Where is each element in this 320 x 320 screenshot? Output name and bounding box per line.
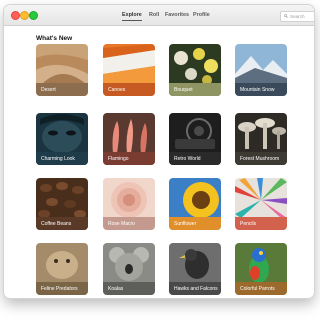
card-label: Canoes <box>108 87 126 93</box>
card-label: Sunflower <box>174 221 197 227</box>
tab-profile[interactable]: Profile <box>193 11 210 21</box>
card-label: Flamingo <box>108 156 129 162</box>
card-caption: Hawks and Falcons <box>169 282 221 295</box>
photo-card-pencils[interactable]: Pencils <box>235 178 287 230</box>
photo-card-charming-look[interactable]: Charming Look <box>36 113 88 165</box>
card-caption: Charming Look <box>36 152 88 165</box>
card-label: Pencils <box>240 221 257 227</box>
card-label: Retro World <box>174 156 201 162</box>
photo-card-mountain-snow[interactable]: Mountain Snow <box>235 44 287 96</box>
card-caption: Desert <box>36 83 88 96</box>
tab-bar: Explore Roll Favorites Profile <box>4 5 314 25</box>
card-label: Coffee Beans <box>41 221 72 227</box>
search-icon <box>284 14 288 18</box>
card-caption: Flamingo <box>103 152 155 165</box>
section-title: What's New <box>36 35 73 42</box>
title-bar: Explore Roll Favorites Profile <box>4 5 314 26</box>
card-caption: Coffee Beans <box>36 217 88 230</box>
tab-explore[interactable]: Explore <box>122 11 142 21</box>
photo-card-desert[interactable]: Desert <box>36 44 88 96</box>
card-caption: Forest Mushroom <box>235 152 287 165</box>
card-label: Feline Predators <box>41 286 78 292</box>
photo-card-coffee-beans[interactable]: Coffee Beans <box>36 178 88 230</box>
card-label: Mountain Snow <box>240 87 275 93</box>
photo-card-canoes[interactable]: Canoes <box>103 44 155 96</box>
photo-card-flamingo[interactable]: Flamingo <box>103 113 155 165</box>
card-caption: Canoes <box>103 83 155 96</box>
card-label: Hawks and Falcons <box>174 286 218 292</box>
card-label: Forest Mushroom <box>240 156 280 162</box>
card-caption: Mountain Snow <box>235 83 287 96</box>
photo-card-sunflower[interactable]: Sunflower <box>169 178 221 230</box>
photo-card-bouquet[interactable]: Bouquet <box>169 44 221 96</box>
card-caption: Feline Predators <box>36 282 88 295</box>
card-label: Rose Macro <box>108 221 135 227</box>
search-field[interactable] <box>280 11 314 22</box>
photo-card-forest-mushroom[interactable]: Forest Mushroom <box>235 113 287 165</box>
card-label: Koalas <box>108 286 124 292</box>
search-input[interactable] <box>290 12 314 21</box>
card-label: Bouquet <box>174 87 193 93</box>
app-window: Explore Roll Favorites Profile What's Ne… <box>4 5 314 298</box>
card-label: Charming Look <box>41 156 75 162</box>
card-label: Desert <box>41 87 56 93</box>
card-caption: Pencils <box>235 217 287 230</box>
photo-card-feline-predators[interactable]: Feline Predators <box>36 243 88 295</box>
card-caption: Retro World <box>169 152 221 165</box>
photo-card-hawks-and-falcons[interactable]: Hawks and Falcons <box>169 243 221 295</box>
card-caption: Sunflower <box>169 217 221 230</box>
photo-card-rose-macro[interactable]: Rose Macro <box>103 178 155 230</box>
card-caption: Colorful Parrots <box>235 282 287 295</box>
card-caption: Bouquet <box>169 83 221 96</box>
tab-roll[interactable]: Roll <box>149 11 159 21</box>
card-caption: Rose Macro <box>103 217 155 230</box>
photo-card-retro-world[interactable]: Retro World <box>169 113 221 165</box>
photo-card-colorful-parrots[interactable]: Colorful Parrots <box>235 243 287 295</box>
tab-favorites[interactable]: Favorites <box>165 11 189 21</box>
card-label: Colorful Parrots <box>240 286 275 292</box>
photo-card-koalas[interactable]: Koalas <box>103 243 155 295</box>
card-caption: Koalas <box>103 282 155 295</box>
